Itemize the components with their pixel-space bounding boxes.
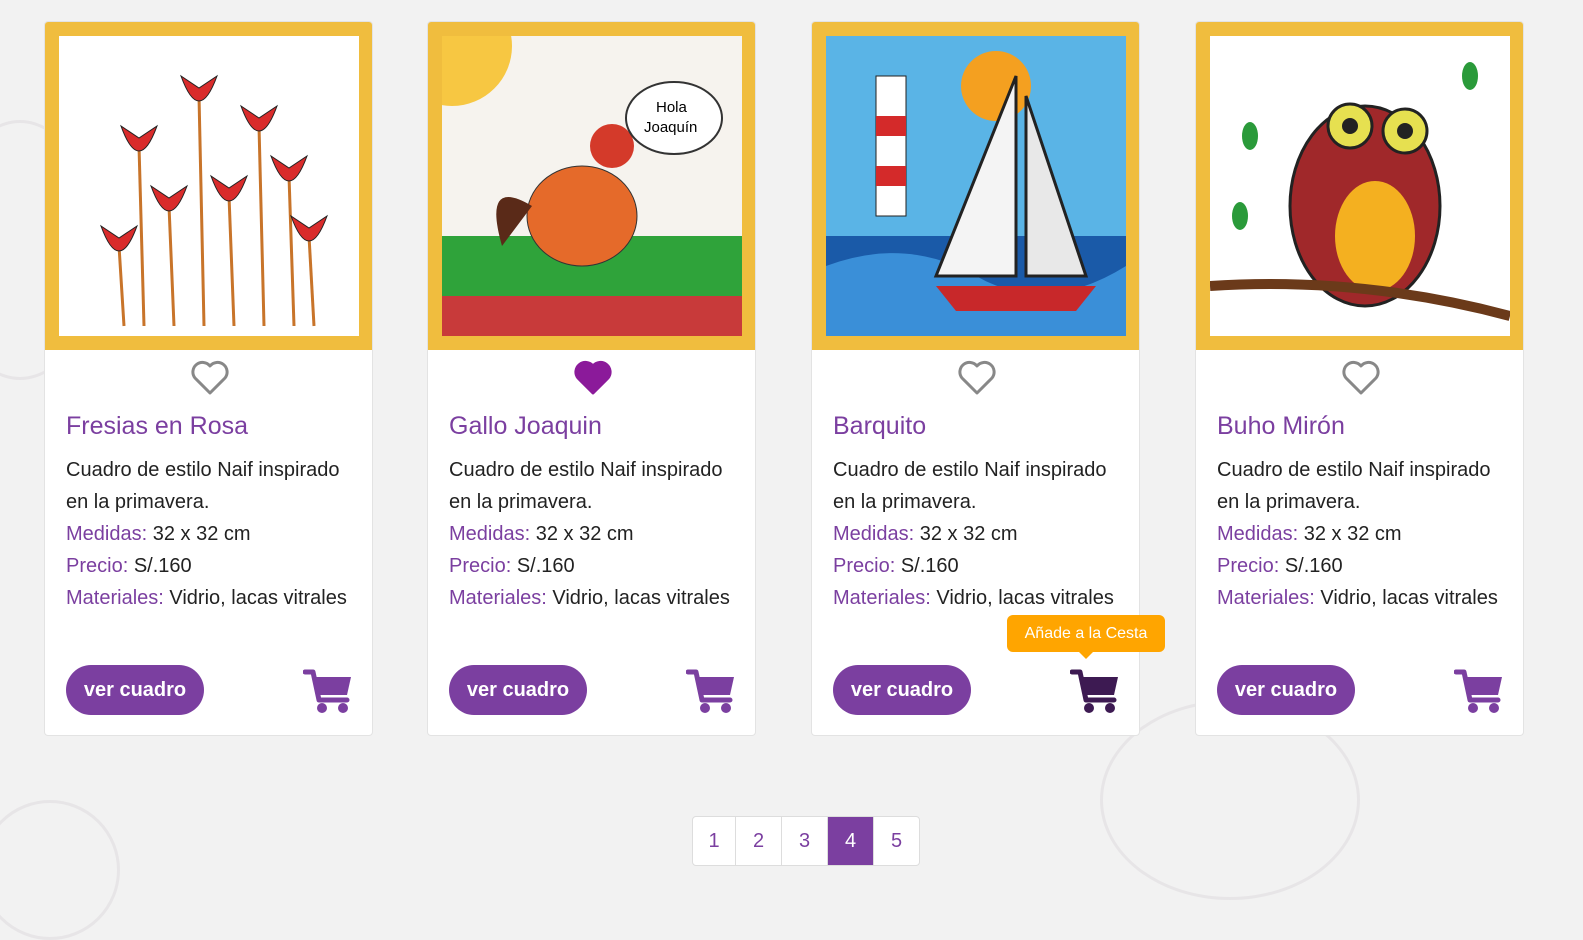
medidas-value: 32 x 32 cm bbox=[1303, 523, 1402, 545]
product-image-frame: Hola Joaquín bbox=[428, 22, 755, 350]
product-details: Cuadro de estilo Naif inspirado en la pr… bbox=[833, 454, 1123, 614]
heart-outline-icon[interactable] bbox=[1341, 360, 1381, 396]
ver-cuadro-button[interactable]: ver cuadro bbox=[833, 665, 971, 715]
medidas-label: Medidas: bbox=[449, 523, 531, 545]
page-1[interactable]: 1 bbox=[693, 817, 735, 865]
medidas-value: 32 x 32 cm bbox=[152, 523, 251, 545]
precio-label: Precio: bbox=[449, 555, 512, 577]
product-title[interactable]: Barquito bbox=[833, 412, 926, 441]
add-to-cart-tooltip: Añade a la Cesta bbox=[1007, 615, 1165, 659]
product-title[interactable]: Gallo Joaquin bbox=[449, 412, 602, 441]
medidas-label: Medidas: bbox=[833, 523, 915, 545]
materiales-label: Materiales: bbox=[66, 587, 164, 609]
product-details: Cuadro de estilo Naif inspirado en la pr… bbox=[66, 454, 356, 614]
product-image-frame bbox=[45, 22, 372, 350]
product-image[interactable]: Hola Joaquín bbox=[442, 36, 742, 336]
precio-value: S/.160 bbox=[1284, 555, 1343, 577]
product-title[interactable]: Fresias en Rosa bbox=[66, 412, 248, 441]
precio-label: Precio: bbox=[66, 555, 129, 577]
materiales-label: Materiales: bbox=[449, 587, 547, 609]
background-flower-decoration bbox=[0, 800, 120, 940]
product-image[interactable] bbox=[1210, 36, 1510, 336]
product-details: Cuadro de estilo Naif inspirado en la pr… bbox=[1217, 454, 1507, 614]
pagination: 1 2 3 4 5 bbox=[692, 816, 920, 866]
precio-label: Precio: bbox=[1217, 555, 1280, 577]
product-image-frame bbox=[1196, 22, 1523, 350]
materiales-label: Materiales: bbox=[833, 587, 931, 609]
product-description: Cuadro de estilo Naif inspirado en la pr… bbox=[833, 459, 1107, 513]
heart-filled-icon[interactable] bbox=[573, 360, 613, 396]
materiales-label: Materiales: bbox=[1217, 587, 1315, 609]
product-title[interactable]: Buho Mirón bbox=[1217, 412, 1345, 441]
precio-label: Precio: bbox=[833, 555, 896, 577]
ver-cuadro-button[interactable]: ver cuadro bbox=[66, 665, 204, 715]
heart-outline-icon[interactable] bbox=[190, 360, 230, 396]
ver-cuadro-button[interactable]: ver cuadro bbox=[449, 665, 587, 715]
medidas-label: Medidas: bbox=[66, 523, 148, 545]
page-5[interactable]: 5 bbox=[873, 817, 919, 865]
page-3[interactable]: 3 bbox=[781, 817, 827, 865]
page-4-current[interactable]: 4 bbox=[827, 817, 873, 865]
page-2[interactable]: 2 bbox=[735, 817, 781, 865]
product-image[interactable] bbox=[59, 36, 359, 336]
product-description: Cuadro de estilo Naif inspirado en la pr… bbox=[1217, 459, 1491, 513]
materiales-value: Vidrio, lacas vitrales bbox=[936, 587, 1114, 609]
precio-value: S/.160 bbox=[516, 555, 575, 577]
materiales-value: Vidrio, lacas vitrales bbox=[1320, 587, 1498, 609]
add-to-cart-icon[interactable] bbox=[685, 668, 736, 714]
product-image[interactable] bbox=[826, 36, 1126, 336]
ver-cuadro-button[interactable]: ver cuadro bbox=[1217, 665, 1355, 715]
product-card: Buho Mirón Cuadro de estilo Naif inspira… bbox=[1195, 21, 1524, 736]
product-card: Hola Joaquín Gallo Joaquin Cuadro de esti… bbox=[427, 21, 756, 736]
product-description: Cuadro de estilo Naif inspirado en la pr… bbox=[66, 459, 340, 513]
medidas-value: 32 x 32 cm bbox=[535, 523, 634, 545]
product-card: Fresias en Rosa Cuadro de estilo Naif in… bbox=[44, 21, 373, 736]
precio-value: S/.160 bbox=[900, 555, 959, 577]
precio-value: S/.160 bbox=[133, 555, 192, 577]
materiales-value: Vidrio, lacas vitrales bbox=[169, 587, 347, 609]
svg-text:Joaquín: Joaquín bbox=[644, 119, 697, 136]
svg-text:Hola: Hola bbox=[656, 99, 688, 116]
materiales-value: Vidrio, lacas vitrales bbox=[552, 587, 730, 609]
product-details: Cuadro de estilo Naif inspirado en la pr… bbox=[449, 454, 739, 614]
add-to-cart-icon[interactable] bbox=[1453, 668, 1504, 714]
heart-outline-icon[interactable] bbox=[957, 360, 997, 396]
medidas-label: Medidas: bbox=[1217, 523, 1299, 545]
add-to-cart-icon[interactable] bbox=[1069, 668, 1120, 714]
add-to-cart-icon[interactable] bbox=[302, 668, 353, 714]
medidas-value: 32 x 32 cm bbox=[919, 523, 1018, 545]
product-image-frame bbox=[812, 22, 1139, 350]
product-description: Cuadro de estilo Naif inspirado en la pr… bbox=[449, 459, 723, 513]
